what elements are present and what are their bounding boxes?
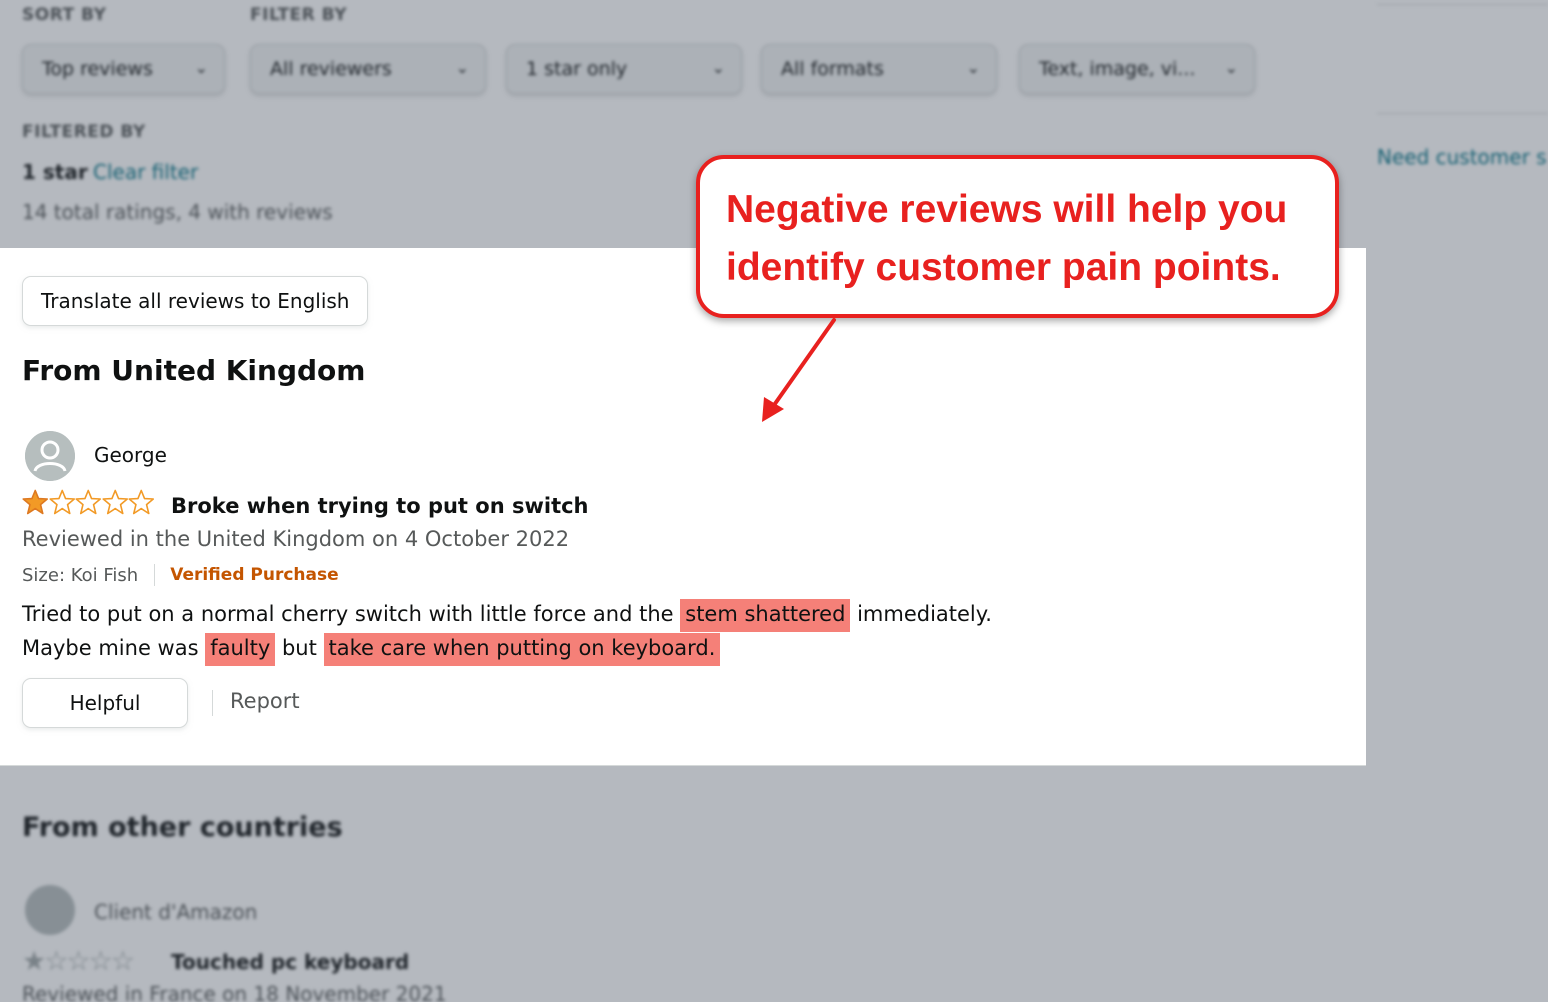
reviewer-name[interactable]: George <box>94 443 167 467</box>
helpful-button[interactable]: Helpful <box>22 678 188 728</box>
star-empty-icon <box>75 489 102 515</box>
star-empty-icon <box>101 489 128 515</box>
callout-text-line-1: Negative reviews will help you <box>726 188 1288 231</box>
review-text: Maybe mine was <box>22 636 206 660</box>
review-text: immediately. <box>850 602 992 626</box>
highlighted-pain-point: faulty <box>205 633 276 666</box>
review-text: but <box>275 636 324 660</box>
annotation-callout: Negative reviews will help you identify … <box>696 155 1339 318</box>
star-rating[interactable] <box>22 489 155 519</box>
star-empty-icon <box>128 489 155 515</box>
callout-text-line-2: identify customer pain points. <box>726 246 1281 289</box>
review-text: Tried to put on a normal cherry switch w… <box>22 602 681 626</box>
product-size: Size: Koi Fish <box>22 564 139 586</box>
star-empty-icon <box>48 489 75 515</box>
review-meta: Size: Koi Fish Verified Purchase <box>22 564 339 586</box>
review-body-line-2: Maybe mine was faulty but take care when… <box>22 633 721 666</box>
review-body-line-1: Tried to put on a normal cherry switch w… <box>22 599 992 632</box>
user-icon <box>25 431 75 481</box>
highlighted-pain-point: stem shattered <box>680 599 851 632</box>
avatar <box>25 431 75 481</box>
star-filled-icon <box>22 489 49 515</box>
report-link[interactable]: Report <box>230 689 300 713</box>
review-date: Reviewed in the United Kingdom on 4 Octo… <box>22 527 570 551</box>
review-title[interactable]: Broke when trying to put on switch <box>171 494 589 518</box>
review-panel: Translate all reviews to English From Un… <box>0 248 1366 766</box>
translate-button[interactable]: Translate all reviews to English <box>22 276 369 326</box>
verified-purchase-badge: Verified Purchase <box>170 565 339 585</box>
divider <box>212 690 213 716</box>
highlighted-pain-point: take care when putting on keyboard. <box>323 633 721 666</box>
divider <box>154 564 156 586</box>
section-title: From United Kingdom <box>22 354 366 387</box>
